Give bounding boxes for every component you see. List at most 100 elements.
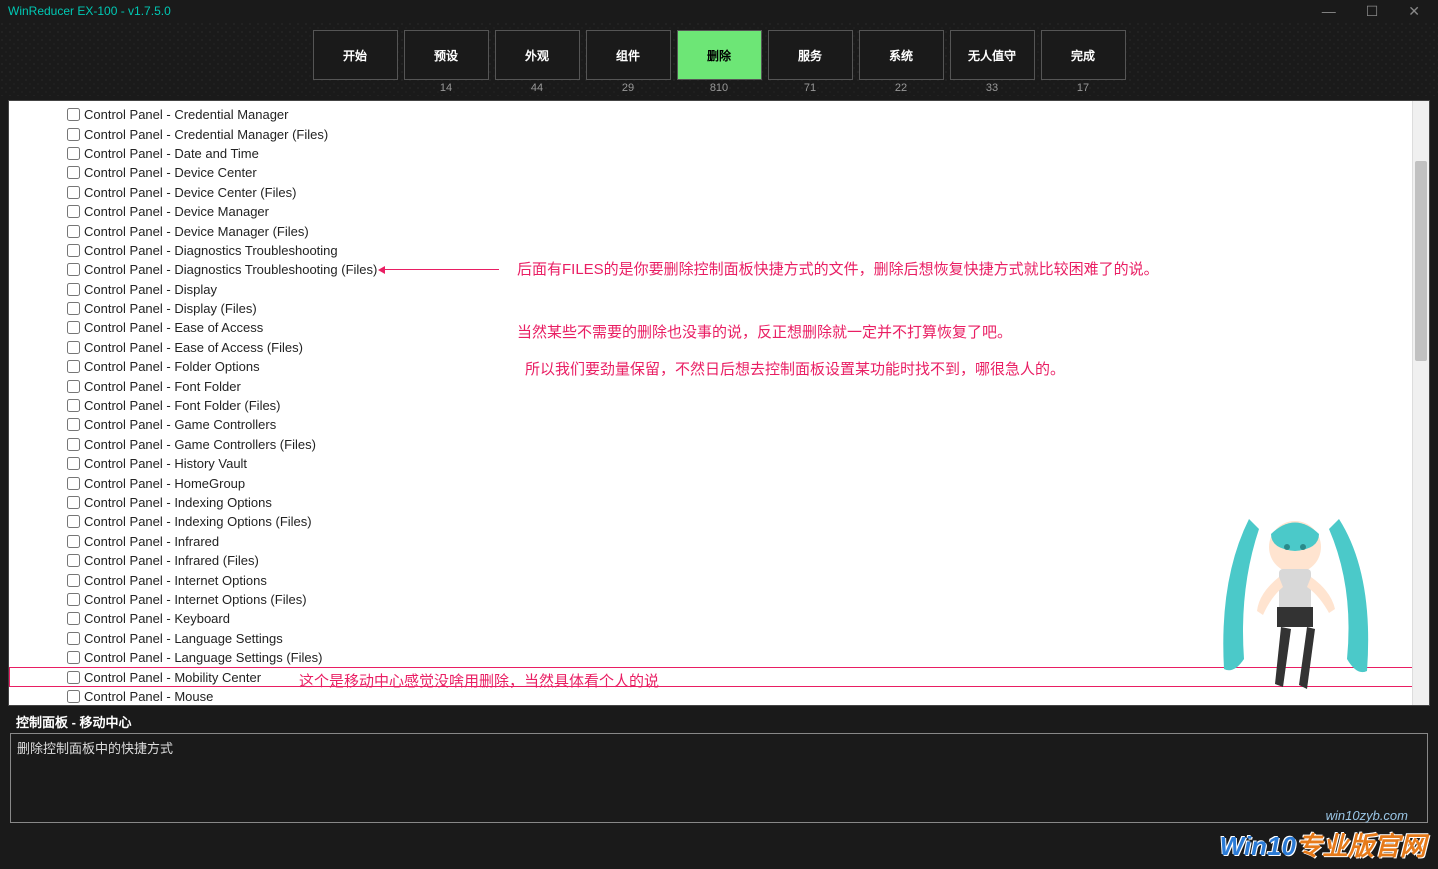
tree-item-label: Control Panel - Internet Options (Files) [84, 592, 307, 607]
tab-count-3: 29 [586, 82, 671, 94]
tree-item[interactable]: Control Panel - Diagnostics Troubleshoot… [9, 260, 1429, 279]
maximize-button[interactable]: ☐ [1366, 3, 1379, 20]
window-title: WinReducer EX-100 - v1.7.5.0 [8, 4, 171, 18]
tree-item-checkbox[interactable] [67, 477, 80, 490]
tree-item-checkbox[interactable] [67, 128, 80, 141]
tree-item-label: Control Panel - Device Manager [84, 204, 269, 219]
tree-item-checkbox[interactable] [67, 612, 80, 625]
tree-item[interactable]: Control Panel - Device Manager [9, 202, 1429, 221]
tree-item-label: Control Panel - Font Folder [84, 379, 241, 394]
tree-item-checkbox[interactable] [67, 632, 80, 645]
tree-item-checkbox[interactable] [67, 360, 80, 373]
tree-item[interactable]: Control Panel - Device Manager (Files) [9, 221, 1429, 240]
tree-item-checkbox[interactable] [67, 535, 80, 548]
tab-3[interactable]: 组件 [586, 30, 671, 80]
tab-6[interactable]: 系统 [859, 30, 944, 80]
tree-item[interactable]: Control Panel - Date and Time [9, 144, 1429, 163]
tree-item-checkbox[interactable] [67, 380, 80, 393]
scrollbar-thumb[interactable] [1415, 161, 1427, 361]
tree-item-label: Control Panel - Mouse [84, 689, 213, 704]
tree-item-checkbox[interactable] [67, 574, 80, 587]
tree-item-checkbox[interactable] [67, 554, 80, 567]
tree-item[interactable]: Control Panel - Display (Files) [9, 299, 1429, 318]
tree-item-label: Control Panel - Game Controllers [84, 417, 276, 432]
tree-item-label: Control Panel - Ease of Access (Files) [84, 340, 303, 355]
tree-item-label: Control Panel - Device Manager (Files) [84, 224, 309, 239]
tree-item[interactable]: Control Panel - Credential Manager [9, 105, 1429, 124]
tree-item[interactable]: Control Panel - Game Controllers [9, 415, 1429, 434]
tree-item-checkbox[interactable] [67, 147, 80, 160]
tree-item[interactable]: Control Panel - Font Folder [9, 376, 1429, 395]
scrollbar[interactable] [1412, 101, 1429, 705]
tree-item-label: Control Panel - Mobility Center [84, 670, 261, 685]
tree-item-label: Control Panel - Indexing Options (Files) [84, 514, 312, 529]
status-area: 控制面板 - 移动中心 删除控制面板中的快捷方式 [10, 710, 1428, 823]
tab-4[interactable]: 删除 [677, 30, 762, 80]
status-label: 控制面板 - 移动中心 [10, 710, 138, 733]
tree-item[interactable]: Control Panel - Display [9, 280, 1429, 299]
tree-item-label: Control Panel - Credential Manager [84, 107, 289, 122]
watermark-logo: Win10专业版官网 [1220, 826, 1426, 863]
tree-item[interactable]: Control Panel - Credential Manager (File… [9, 124, 1429, 143]
tab-count-2: 44 [495, 82, 580, 94]
tree-item-checkbox[interactable] [67, 671, 80, 684]
watermark-logo-a: Win10 [1220, 831, 1296, 861]
tree-item-label: Control Panel - Credential Manager (File… [84, 127, 328, 142]
tab-7[interactable]: 无人值守 [950, 30, 1035, 80]
tab-1[interactable]: 预设 [404, 30, 489, 80]
tree-item-checkbox[interactable] [67, 457, 80, 470]
tree-item-checkbox[interactable] [67, 418, 80, 431]
tree-item[interactable]: Control Panel - Folder Options [9, 357, 1429, 376]
tree-item-checkbox[interactable] [67, 593, 80, 606]
tree-item-checkbox[interactable] [67, 438, 80, 451]
tree-item[interactable]: Control Panel - Ease of Access [9, 318, 1429, 337]
watermark-url: win10zyb.com [1326, 808, 1408, 823]
tree-item-checkbox[interactable] [67, 496, 80, 509]
tree-item[interactable]: Control Panel - HomeGroup [9, 473, 1429, 492]
tree-item-checkbox[interactable] [67, 244, 80, 257]
tree-item-label: Control Panel - Keyboard [84, 611, 230, 626]
close-button[interactable]: ✕ [1408, 3, 1420, 20]
tree-item-checkbox[interactable] [67, 186, 80, 199]
tab-8[interactable]: 完成 [1041, 30, 1126, 80]
tab-count-7: 33 [950, 82, 1035, 94]
tab-count-1: 14 [404, 82, 489, 94]
tree-item-checkbox[interactable] [67, 515, 80, 528]
tree-item-checkbox[interactable] [67, 283, 80, 296]
tree-item-checkbox[interactable] [67, 399, 80, 412]
tree-item-checkbox[interactable] [67, 341, 80, 354]
tab-count-5: 71 [768, 82, 853, 94]
tab-5[interactable]: 服务 [768, 30, 853, 80]
tree-item-checkbox[interactable] [67, 166, 80, 179]
tree-item[interactable]: Control Panel - Ease of Access (Files) [9, 338, 1429, 357]
tree-item-label: Control Panel - Date and Time [84, 146, 259, 161]
tree-item-label: Control Panel - Internet Options [84, 573, 267, 588]
titlebar: WinReducer EX-100 - v1.7.5.0 — ☐ ✕ [0, 0, 1438, 22]
tree-item-checkbox[interactable] [67, 321, 80, 334]
tree-item-checkbox[interactable] [67, 205, 80, 218]
tab-count-8: 17 [1041, 82, 1126, 94]
tree-item[interactable]: Control Panel - Game Controllers (Files) [9, 435, 1429, 454]
tree-item-checkbox[interactable] [67, 225, 80, 238]
tree-item-label: Control Panel - Display (Files) [84, 301, 257, 316]
tree-item[interactable]: Control Panel - Device Center [9, 163, 1429, 182]
tree-item[interactable]: Control Panel - History Vault [9, 454, 1429, 473]
tree-item-label: Control Panel - Diagnostics Troubleshoot… [84, 262, 377, 277]
main-panel: Control Panel - Credential Manager Contro… [8, 100, 1430, 706]
tree-item-checkbox[interactable] [67, 263, 80, 276]
tree-item-checkbox[interactable] [67, 690, 80, 703]
tree-item-label: Control Panel - Language Settings [84, 631, 283, 646]
tree-item-checkbox[interactable] [67, 651, 80, 664]
tree-item-label: Control Panel - Diagnostics Troubleshoot… [84, 243, 338, 258]
tab-0[interactable]: 开始 [313, 30, 398, 80]
tab-2[interactable]: 外观 [495, 30, 580, 80]
tree-item-checkbox[interactable] [67, 302, 80, 315]
tree-item[interactable]: Control Panel - Font Folder (Files) [9, 396, 1429, 415]
minimize-button[interactable]: — [1322, 3, 1336, 20]
tree-item[interactable]: Control Panel - Diagnostics Troubleshoot… [9, 241, 1429, 260]
window-controls: — ☐ ✕ [1322, 3, 1430, 20]
tree-item[interactable]: Control Panel - Device Center (Files) [9, 183, 1429, 202]
tree-item-checkbox[interactable] [67, 108, 80, 121]
tree-item-label: Control Panel - Indexing Options [84, 495, 272, 510]
tree-item-label: Control Panel - Language Settings (Files… [84, 650, 322, 665]
